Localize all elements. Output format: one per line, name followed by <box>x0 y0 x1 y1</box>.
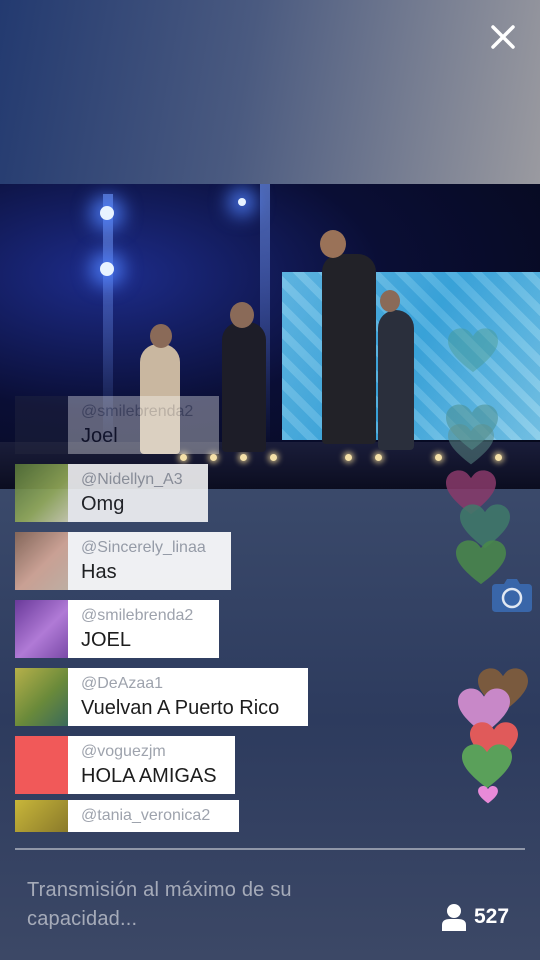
floating-hearts <box>440 320 540 820</box>
comment-message: Vuelvan A Puerto Rico <box>81 697 280 719</box>
stage-lamp <box>345 454 352 461</box>
divider <box>15 848 525 850</box>
avatar <box>15 396 68 454</box>
heart-icon <box>448 328 498 373</box>
close-icon <box>491 25 515 49</box>
close-button[interactable] <box>486 20 520 54</box>
performer-head <box>230 302 254 328</box>
avatar <box>15 800 68 832</box>
performer <box>378 310 414 450</box>
comment-username[interactable]: @smilebrenda2 <box>81 403 193 421</box>
performer-head <box>150 324 172 348</box>
comment-username[interactable]: @smilebrenda2 <box>81 607 193 625</box>
comment-item: @smilebrenda2 JOEL <box>15 600 219 658</box>
performer-head <box>380 290 400 312</box>
avatar <box>15 668 68 726</box>
comment-item: @tania_veronica2 <box>15 800 239 832</box>
broadcast-status: Transmisión al máximo de su capacidad... <box>27 879 292 930</box>
comment-message: Omg <box>81 493 125 515</box>
comment-item: @DeAzaa1 Vuelvan A Puerto Rico <box>15 668 308 726</box>
stage-light <box>238 198 246 206</box>
stage-lamp <box>210 454 217 461</box>
comment-username[interactable]: @voguezjm <box>81 743 217 761</box>
person-icon <box>442 904 466 931</box>
comment-username[interactable]: @Sincerely_linaa <box>81 539 206 557</box>
comment-item: @smilebrenda2 Joel <box>15 396 219 454</box>
performer <box>322 254 376 444</box>
stage-light <box>100 206 114 220</box>
comment-message: HOLA AMIGAS <box>81 765 217 787</box>
stage-light <box>100 262 114 276</box>
avatar <box>15 464 68 522</box>
viewer-count[interactable]: 527 <box>442 903 509 931</box>
avatar <box>15 600 68 658</box>
comment-item: @Sincerely_linaa Has <box>15 532 231 590</box>
stage-lamp <box>240 454 247 461</box>
camera-button[interactable] <box>490 576 534 614</box>
comment-message: Joel <box>81 425 118 447</box>
comment-username[interactable]: @tania_veronica2 <box>81 807 210 825</box>
camera-icon <box>492 579 532 612</box>
comment-message: JOEL <box>81 629 132 651</box>
heart-icon <box>462 744 512 789</box>
performer-head <box>320 230 346 258</box>
stage-lamp <box>270 454 277 461</box>
top-gradient-area <box>0 0 540 184</box>
viewer-count-number: 527 <box>474 905 510 928</box>
avatar <box>15 736 68 794</box>
heart-icon <box>448 424 494 465</box>
avatar <box>15 532 68 590</box>
comment-item: @Nidellyn_A3 Omg <box>15 464 208 522</box>
performer <box>222 322 266 452</box>
comment-message: Has <box>81 561 117 583</box>
comment-username[interactable]: @Nidellyn_A3 <box>81 471 183 489</box>
stage-lamp <box>375 454 382 461</box>
heart-icon <box>478 786 498 804</box>
comment-username[interactable]: @DeAzaa1 <box>81 675 279 693</box>
comment-item: @voguezjm HOLA AMIGAS <box>15 736 235 794</box>
stage-lamp <box>180 454 187 461</box>
